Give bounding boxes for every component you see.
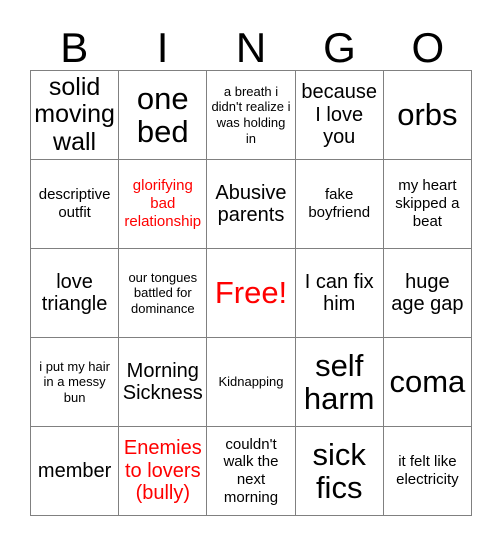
bingo-cell-label: huge age gap (391, 270, 464, 315)
bingo-cell-b5[interactable]: member (31, 427, 120, 516)
bingo-cell-i4[interactable]: Morning Sickness (119, 338, 208, 427)
bingo-header-letter-i: I (156, 24, 169, 71)
bingo-cell-label: a breath i didn't realize i was holding … (211, 83, 291, 146)
bingo-cell-label: member (37, 459, 112, 482)
bingo-cell-label: coma (389, 364, 466, 400)
bingo-cell-label: i put my hair in a messy bun (39, 358, 110, 405)
bingo-cell-label: fake boyfriend (308, 186, 371, 221)
bingo-cell-label: glorifying bad relationship (124, 177, 202, 230)
bingo-cell-i3[interactable]: our tongues battled for dominance (119, 249, 208, 338)
bingo-cell-b3[interactable]: love triangle (31, 249, 120, 338)
bingo-cell-g1[interactable]: because I love you (295, 71, 384, 160)
bingo-cell-n5[interactable]: couldn't walk the next morning (207, 427, 296, 516)
bingo-cell-g2[interactable]: fake boyfriend (295, 160, 384, 249)
bingo-cell-label: I can fix him (304, 270, 374, 315)
bingo-cell-label: couldn't walk the next morning (223, 435, 279, 506)
bingo-cell-i5[interactable]: Enemies to lovers (bully) (119, 427, 208, 516)
bingo-cell-label: descriptive outfit (38, 186, 111, 221)
bingo-cell-label: it felt like electricity (396, 453, 459, 488)
bingo-header-letter-n: N (235, 24, 267, 71)
bingo-cell-label: solid moving wall (34, 72, 115, 156)
bingo-cell-o1[interactable]: orbs (383, 71, 472, 160)
bingo-cell-n1[interactable]: a breath i didn't realize i was holding … (207, 71, 296, 160)
bingo-cell-free-space[interactable]: Free! (207, 249, 296, 338)
bingo-cell-n2[interactable]: Abusive parents (207, 160, 296, 249)
bingo-cell-n4[interactable]: Kidnapping (207, 338, 296, 427)
bingo-cell-label: self harm (303, 347, 375, 416)
bingo-cell-label: Morning Sickness (122, 359, 203, 404)
bingo-cell-i1[interactable]: one bed (119, 71, 208, 160)
bingo-cell-label: love triangle (41, 270, 108, 315)
bingo-cell-o3[interactable]: huge age gap (383, 249, 472, 338)
bingo-header-letter-o: O (411, 24, 445, 71)
bingo-cell-label: one bed (136, 80, 189, 149)
bingo-cell-label: Kidnapping (218, 374, 284, 390)
bingo-cell-o4[interactable]: coma (383, 338, 472, 427)
bingo-cell-i2[interactable]: glorifying bad relationship (119, 160, 208, 249)
bingo-cell-g5[interactable]: sick fics (295, 427, 384, 516)
bingo-cell-o2[interactable]: my heart skipped a beat (383, 160, 472, 249)
bingo-cell-label: Free! (214, 275, 288, 311)
bingo-grid: solid moving wall one bed a breath i did… (30, 70, 472, 516)
bingo-cell-label: orbs (397, 97, 458, 133)
bingo-cell-label: Enemies to lovers (bully) (123, 437, 202, 505)
bingo-cell-o5[interactable]: it felt like electricity (383, 427, 472, 516)
bingo-cell-b1[interactable]: solid moving wall (31, 71, 120, 160)
bingo-cell-g3[interactable]: I can fix him (295, 249, 384, 338)
bingo-cell-g4[interactable]: self harm (295, 338, 384, 427)
bingo-cell-label: my heart skipped a beat (395, 177, 460, 230)
bingo-cell-label: because I love you (301, 81, 377, 149)
bingo-header: B I N G O (30, 14, 472, 70)
bingo-cell-b2[interactable]: descriptive outfit (31, 160, 120, 249)
bingo-header-letter-b: B (60, 24, 89, 71)
bingo-card: B I N G O solid moving wall one bed a br… (0, 0, 500, 544)
bingo-cell-b4[interactable]: i put my hair in a messy bun (31, 338, 120, 427)
bingo-cell-label: Abusive parents (215, 181, 287, 226)
bingo-cell-label: our tongues battled for dominance (128, 269, 198, 316)
bingo-cell-label: sick fics (312, 436, 366, 505)
bingo-header-letter-g: G (323, 24, 356, 71)
